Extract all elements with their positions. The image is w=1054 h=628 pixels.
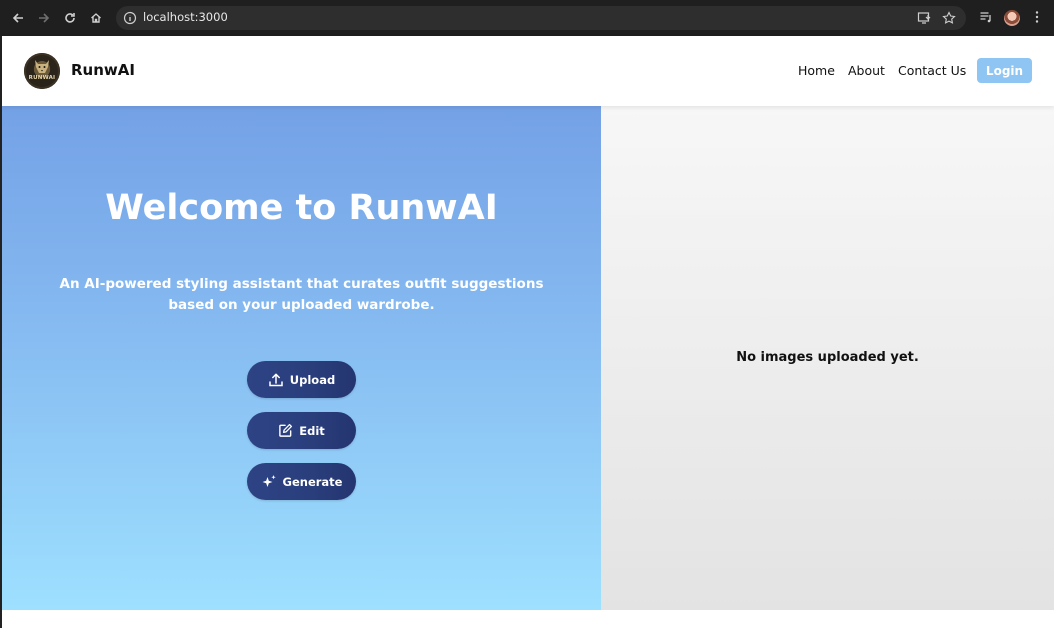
generate-button[interactable]: Generate bbox=[247, 463, 356, 500]
upload-label: Upload bbox=[289, 372, 336, 387]
install-app-icon[interactable] bbox=[917, 11, 931, 25]
forward-arrow-icon[interactable] bbox=[35, 9, 53, 27]
upload-icon bbox=[269, 373, 283, 386]
image-gallery-panel: No images uploaded yet. bbox=[601, 106, 1054, 610]
sparkle-icon bbox=[262, 474, 276, 487]
generate-label: Generate bbox=[282, 474, 343, 489]
nav-contact-us[interactable]: Contact Us bbox=[898, 63, 966, 78]
address-url[interactable]: localhost:3000 bbox=[143, 10, 228, 24]
hero-subtitle: An AI-powered styling assistant that cur… bbox=[59, 276, 544, 313]
hero-panel: Welcome to RunwAI An AI-powered styling … bbox=[2, 106, 601, 610]
empty-gallery-message: No images uploaded yet. bbox=[736, 350, 919, 365]
app-header: RUNWAI RunwAI Home About Contact Us Logi… bbox=[2, 36, 1054, 106]
back-arrow-icon[interactable] bbox=[9, 9, 27, 27]
page-footer bbox=[2, 610, 1054, 628]
browser-toolbar: localhost:3000 bbox=[0, 0, 1054, 36]
profile-avatar[interactable] bbox=[1004, 10, 1020, 26]
logo-text: RUNWAI bbox=[28, 75, 56, 81]
bookmark-star-icon[interactable] bbox=[942, 11, 956, 25]
wolf-logo-icon bbox=[35, 60, 49, 73]
kebab-menu-icon[interactable] bbox=[1032, 10, 1042, 24]
nav-home[interactable]: Home bbox=[798, 63, 835, 78]
brand-name[interactable]: RunwAI bbox=[71, 61, 135, 79]
upload-button[interactable]: Upload bbox=[247, 361, 356, 398]
info-icon[interactable] bbox=[123, 11, 137, 25]
brand-logo[interactable]: RUNWAI bbox=[24, 53, 60, 89]
login-button[interactable]: Login bbox=[977, 58, 1032, 83]
edit-label: Edit bbox=[299, 423, 325, 438]
edit-icon bbox=[279, 423, 293, 437]
reload-icon[interactable] bbox=[61, 9, 79, 27]
media-queue-icon[interactable] bbox=[979, 10, 993, 24]
home-icon[interactable] bbox=[87, 9, 105, 27]
edit-button[interactable]: Edit bbox=[247, 412, 356, 449]
address-bar[interactable]: localhost:3000 bbox=[116, 6, 966, 30]
hero-title: Welcome to RunwAI bbox=[105, 188, 498, 228]
nav-about[interactable]: About bbox=[848, 63, 885, 78]
